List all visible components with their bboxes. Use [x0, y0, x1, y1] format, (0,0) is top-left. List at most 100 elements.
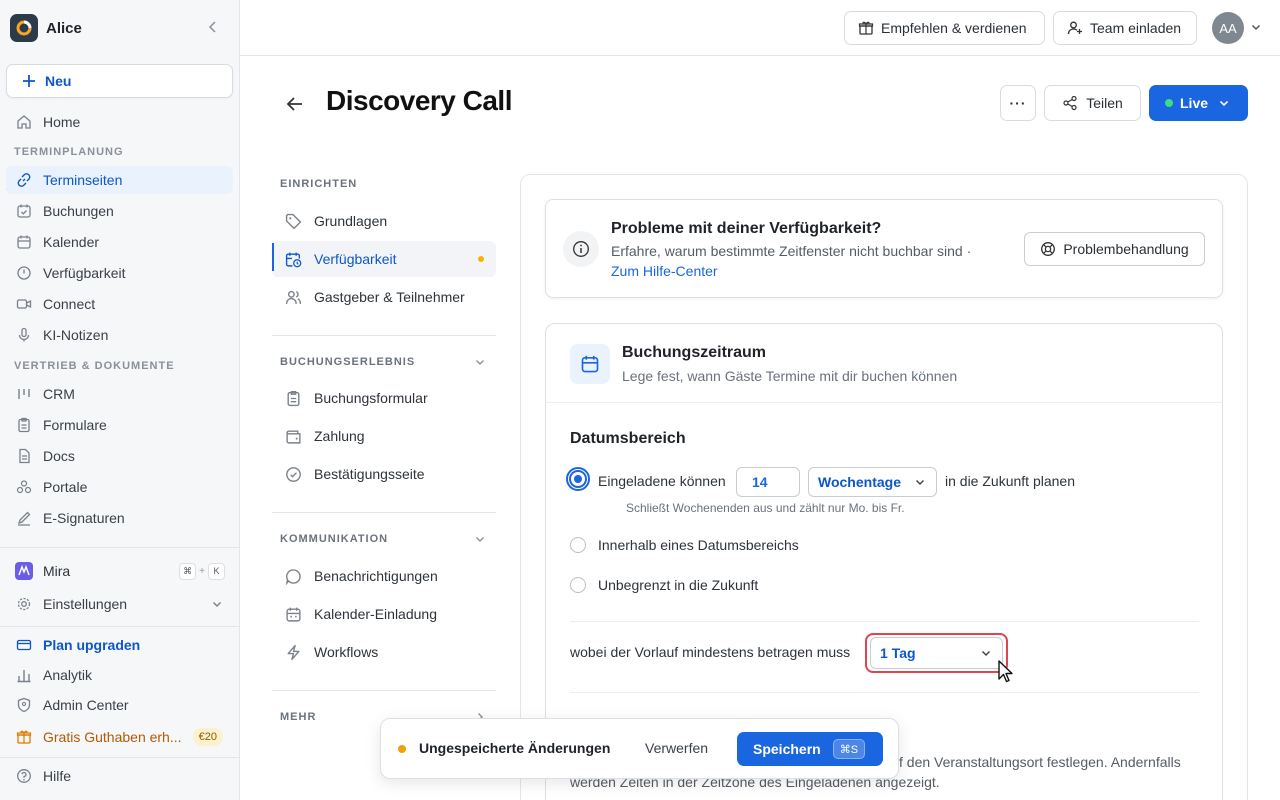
sidebar-item-label: Einstellungen [43, 596, 128, 612]
sidebar-item-label: Home [43, 114, 81, 130]
sidebar-item-label: Buchungen [43, 203, 114, 219]
sidebar-item-buchungen[interactable]: Buchungen [6, 197, 233, 225]
chevron-down-icon [914, 476, 926, 488]
sidebar-item-docs[interactable]: Docs [6, 442, 233, 470]
tag-icon [284, 212, 302, 230]
sidebar-item-portale[interactable]: Portale [6, 473, 233, 501]
more-options-button[interactable]: ··· [1000, 85, 1036, 121]
invite-team-label: Team einladen [1090, 20, 1182, 36]
subnav-section-booking: BUCHUNGSERLEBNIS [280, 356, 416, 368]
page-title: Discovery Call [326, 85, 513, 116]
share-button-label: Teilen [1086, 95, 1123, 111]
subnav-divider [272, 335, 496, 336]
date-range-title: Datumsbereich [570, 430, 686, 447]
back-arrow-icon[interactable] [283, 92, 307, 116]
sidebar-item-analytik[interactable]: Analytik [6, 661, 233, 689]
subnav-item-label: Zahlung [314, 428, 365, 444]
calendar-check-icon [15, 202, 33, 220]
unsaved-dot [398, 745, 406, 753]
bar-chart-icon [15, 666, 33, 684]
sidebar-item-verfuegbarkeit[interactable]: Verfügbarkeit [6, 259, 233, 287]
sidebar-item-ki-notizen[interactable]: KI-Notizen [6, 321, 233, 349]
subnav-item-kalender-einladung[interactable]: Kalender-Einladung [272, 596, 496, 632]
live-status-button[interactable]: Live [1149, 85, 1248, 121]
chevron-down-icon[interactable] [1250, 21, 1262, 33]
sidebar-item-gratis-guthaben[interactable]: Gratis Guthaben erh... €20 [6, 723, 233, 751]
subnav-item-gastgeber[interactable]: Gastgeber & Teilnehmer [272, 279, 496, 315]
sidebar-item-formulare[interactable]: Formulare [6, 411, 233, 439]
clock-icon [15, 264, 33, 282]
subnav-item-label: Benachrichtigungen [314, 568, 438, 584]
subnav-item-workflows[interactable]: Workflows [272, 634, 496, 670]
lifebuoy-icon [1040, 241, 1056, 257]
subnav-item-grundlagen[interactable]: Grundlagen [272, 203, 496, 239]
subnav-item-zahlung[interactable]: Zahlung [272, 418, 496, 454]
sidebar-item-e-signaturen[interactable]: E-Signaturen [6, 504, 233, 532]
save-button[interactable]: Speichern ⌘S [737, 732, 883, 766]
refer-button[interactable]: Empfehlen & verdienen [844, 11, 1045, 45]
sidebar-item-home[interactable]: Home [6, 108, 233, 136]
sidebar-item-plan-upgraden[interactable]: Plan upgraden [6, 631, 233, 659]
avatar[interactable]: AA [1212, 12, 1244, 44]
clipboard-icon [15, 416, 33, 434]
portal-icon [15, 478, 33, 496]
sidebar-divider [0, 547, 239, 548]
subnav-item-label: Kalender-Einladung [314, 606, 437, 622]
share-button[interactable]: Teilen [1044, 85, 1141, 121]
day-type-select[interactable]: Wochentage [808, 467, 937, 497]
subnav-item-verfuegbarkeit[interactable]: Verfügbarkeit [272, 241, 496, 277]
sidebar-item-crm[interactable]: CRM [6, 380, 233, 408]
subnav-item-benachrichtigungen[interactable]: Benachrichtigungen [272, 558, 496, 594]
link-icon [15, 171, 33, 189]
chevron-down-icon[interactable] [474, 356, 486, 368]
invite-team-button[interactable]: Team einladen [1053, 11, 1197, 45]
share-icon [1062, 95, 1078, 111]
help-center-link[interactable]: Zum Hilfe-Center [611, 263, 718, 279]
sidebar-item-label: Connect [43, 296, 96, 312]
days-ahead-input[interactable]: 14 [736, 467, 800, 497]
crm-icon [15, 385, 33, 403]
sidebar-item-terminseiten[interactable]: Terminseiten [6, 166, 233, 194]
sidebar-item-kalender[interactable]: Kalender [6, 228, 233, 256]
mira-shortcut: ⌘ + K [179, 562, 225, 580]
subnav-item-label: Gastgeber & Teilnehmer [314, 289, 465, 305]
sidebar-item-connect[interactable]: Connect [6, 290, 233, 318]
collapse-sidebar-icon[interactable] [206, 20, 220, 34]
section-label-sales: VERTRIEB & DOKUMENTE [14, 360, 175, 372]
radio-unlimited[interactable] [570, 577, 586, 593]
option-unlimited-label: Unbegrenzt in die Zukunft [598, 577, 759, 593]
chevron-down-icon[interactable] [474, 533, 486, 545]
lead-time-label: wobei der Vorlauf mindestens betragen mu… [570, 644, 851, 660]
new-button[interactable]: Neu [6, 64, 233, 98]
sidebar-item-einstellungen[interactable]: Einstellungen [6, 590, 233, 618]
sidebar-item-hilfe[interactable]: Hilfe [6, 762, 233, 790]
sidebar-item-label: Gratis Guthaben erh... [43, 729, 182, 745]
section-divider [570, 621, 1199, 622]
section-divider [570, 692, 1199, 693]
sidebar-item-admin-center[interactable]: Admin Center [6, 691, 233, 719]
sidebar-item-label: Formulare [43, 417, 107, 433]
calendar-icon [15, 233, 33, 251]
weekdays-hint: Schließt Wochenenden aus und zählt nur M… [626, 501, 905, 515]
sidebar-item-label: Portale [43, 479, 88, 495]
card-divider [546, 402, 1222, 403]
radio-date-range[interactable] [570, 537, 586, 553]
calendar-icon [570, 344, 610, 384]
save-button-label: Speichern [753, 741, 821, 757]
sidebar-item-label: Admin Center [43, 697, 129, 713]
sidebar-item-mira[interactable]: Mira ⌘ + K [6, 557, 233, 585]
home-icon [15, 113, 33, 131]
lead-time-select[interactable]: 1 Tag [870, 637, 1003, 669]
booking-window-title: Buchungszeitraum [622, 344, 767, 361]
subnav-item-label: Grundlagen [314, 213, 388, 229]
mic-icon [15, 326, 33, 344]
subnav-item-bestaetigungsseite[interactable]: Bestätigungsseite [272, 456, 496, 492]
radio-days-ahead[interactable] [566, 467, 590, 491]
workspace-switcher[interactable]: Alice [10, 13, 230, 43]
chevron-down-icon [980, 647, 992, 659]
sidebar-item-label: E-Signaturen [43, 510, 125, 526]
subnav-item-buchungsformular[interactable]: Buchungsformular [272, 380, 496, 416]
troubleshooting-button[interactable]: Problembehandlung [1024, 232, 1205, 266]
subnav-section-communication: KOMMUNIKATION [280, 533, 389, 545]
discard-button[interactable]: Verwerfen [645, 740, 708, 756]
